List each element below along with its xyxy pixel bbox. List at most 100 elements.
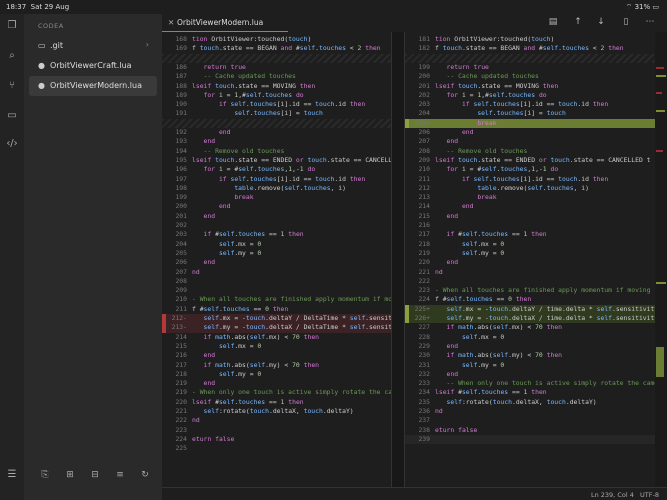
- code-line[interactable]: 229 end: [405, 342, 655, 351]
- sidebar-item-orbitviewermodern[interactable]: ● OrbitViewerModern.lua: [29, 76, 157, 96]
- code-line[interactable]: 168 tion OrbitViewer:touched(touch): [162, 35, 391, 44]
- code-line[interactable]: 211 if self.touches[i].id == touch.id th…: [405, 175, 655, 184]
- code-line[interactable]: 230 if math.abs(self.my) < 70 then: [405, 351, 655, 360]
- code-line[interactable]: 213 break: [405, 193, 655, 202]
- code-line[interactable]: 190 if self.touches[i].id == touch.id th…: [162, 100, 391, 109]
- code-line[interactable]: 194 -- Remove old touches: [162, 147, 391, 156]
- code-line[interactable]: 226+ self.my = -touch.deltaX / time.delt…: [405, 314, 655, 324]
- code-line[interactable]: 200 end: [162, 202, 391, 211]
- code-line[interactable]: 202: [162, 221, 391, 230]
- code-line[interactable]: 200 -- Cache updated touches: [405, 72, 655, 81]
- sidebar-item-orbitviewercraft[interactable]: ● OrbitViewerCraft.lua: [29, 56, 157, 76]
- code-line[interactable]: 205 self.my = 0: [162, 249, 391, 258]
- code-line[interactable]: 206 end: [162, 258, 391, 267]
- code-line[interactable]: [162, 118, 391, 128]
- code-line[interactable]: 220 end: [405, 258, 655, 267]
- code-line[interactable]: 223 - When all touches are finished apply…: [405, 286, 655, 295]
- settings-icon[interactable]: ☰: [6, 469, 18, 481]
- tab-orbitviewermodern[interactable]: ✕ OrbitViewerModern.lua: [162, 14, 288, 32]
- code-line[interactable]: 207 nd: [162, 268, 391, 277]
- code-line[interactable]: 203 if self.touches[i].id == touch.id th…: [405, 100, 655, 109]
- new-folder-icon[interactable]: ⊞: [63, 468, 77, 482]
- code-line[interactable]: 237: [405, 416, 655, 425]
- code-line[interactable]: 188 lseif touch.state == MOVING then: [162, 82, 391, 91]
- code-line[interactable]: 213- self.my = -touch.deltaX / DeltaTime…: [162, 323, 391, 333]
- code-line[interactable]: 202 for i = 1,#self.touches do: [405, 91, 655, 100]
- code-line[interactable]: [405, 53, 655, 63]
- code-line[interactable]: 199 break: [162, 193, 391, 202]
- code-line[interactable]: 219 - When only one touch is active simpl…: [162, 388, 391, 397]
- code-line[interactable]: 225+ self.mx = -touch.deltaY / time.delt…: [405, 304, 655, 314]
- import-folder-icon[interactable]: ⊟: [88, 468, 102, 482]
- code-line[interactable]: 187 -- Cache updated touches: [162, 72, 391, 81]
- new-file-icon[interactable]: ⎘: [38, 468, 52, 482]
- diff-minimap[interactable]: [655, 32, 667, 487]
- code-line[interactable]: 195 lseif touch.state == ENDED or touch.s…: [162, 156, 391, 165]
- code-line[interactable]: 217 if #self.touches == 1 then: [405, 230, 655, 239]
- code-line[interactable]: 236 nd: [405, 407, 655, 416]
- code-line[interactable]: 224 eturn false: [162, 435, 391, 444]
- code-line[interactable]: 207 end: [405, 137, 655, 146]
- code-line[interactable]: 169 f touch.state == BEGAN and #self.touc…: [162, 44, 391, 53]
- more-icon[interactable]: ⋯: [644, 16, 656, 28]
- code-line[interactable]: 209: [162, 286, 391, 295]
- code-line[interactable]: 217 if math.abs(self.my) < 70 then: [162, 361, 391, 370]
- code-line[interactable]: 238 eturn false: [405, 426, 655, 435]
- code-line[interactable]: 205+ break: [405, 118, 655, 128]
- code-line[interactable]: 186 return true: [162, 63, 391, 72]
- search-icon[interactable]: ⌕: [6, 50, 18, 62]
- code-line[interactable]: 232 end: [405, 370, 655, 379]
- code-line[interactable]: 191 self.touches[i] = touch: [162, 109, 391, 118]
- code-line[interactable]: 182 f touch.state == BEGAN and #self.touc…: [405, 44, 655, 53]
- code-line[interactable]: 189 for i = 1,#self.touches do: [162, 91, 391, 100]
- code-line[interactable]: 221 self:rotate(touch.deltaX, touch.delt…: [162, 407, 391, 416]
- code-line[interactable]: 212- self.mx = -touch.deltaY / DeltaTime…: [162, 314, 391, 324]
- code-line[interactable]: 233 -- When only one touch is active sim…: [405, 379, 655, 388]
- refresh-icon[interactable]: ↻: [138, 468, 152, 482]
- code-line[interactable]: 201 lseif touch.state == MOVING then: [405, 82, 655, 91]
- code-line[interactable]: 216: [405, 221, 655, 230]
- sidebar-item-git[interactable]: ▭ .git ›: [29, 36, 157, 56]
- code-line[interactable]: 204 self.touches[i] = touch: [405, 109, 655, 118]
- code-line[interactable]: 198 table.remove(self.touches, i): [162, 184, 391, 193]
- code-line[interactable]: 206 end: [405, 128, 655, 137]
- code-line[interactable]: 203 if #self.touches == 1 then: [162, 230, 391, 239]
- code-line[interactable]: 223: [162, 426, 391, 435]
- code-line[interactable]: 181 tion OrbitViewer:touched(touch): [405, 35, 655, 44]
- files-icon[interactable]: ❐: [6, 20, 18, 32]
- diff-pane-modified[interactable]: 181 tion OrbitViewer:touched(touch) 182 f t…: [405, 32, 655, 487]
- code-line[interactable]: 216 end: [162, 351, 391, 360]
- code-line[interactable]: 218 self.my = 0: [162, 370, 391, 379]
- code-line[interactable]: 197 if self.touches[i].id == touch.id th…: [162, 175, 391, 184]
- code-line[interactable]: 192 end: [162, 128, 391, 137]
- code-line[interactable]: 214 end: [405, 202, 655, 211]
- code-line[interactable]: 210 - When all touches are finished apply…: [162, 295, 391, 304]
- code-line[interactable]: 199 return true: [405, 63, 655, 72]
- code-line[interactable]: 234 lseif #self.touches == 1 then: [405, 388, 655, 397]
- code-line[interactable]: 231 self.my = 0: [405, 361, 655, 370]
- arrow-down-icon[interactable]: ↓: [595, 16, 607, 28]
- code-line[interactable]: 227 if math.abs(self.mx) < 70 then: [405, 323, 655, 332]
- code-icon[interactable]: ‹/›: [6, 138, 18, 150]
- code-line[interactable]: 224 f #self.touches == 0 then: [405, 295, 655, 304]
- code-line[interactable]: 196 for i = #self.touches,1,-1 do: [162, 165, 391, 174]
- code-line[interactable]: 215 self.mx = 0: [162, 342, 391, 351]
- git-branch-icon[interactable]: ⑂: [6, 80, 18, 92]
- code-line[interactable]: 201 end: [162, 212, 391, 221]
- code-line[interactable]: 221 nd: [405, 268, 655, 277]
- code-line[interactable]: 215 end: [405, 212, 655, 221]
- code-line[interactable]: 208 -- Remove old touches: [405, 147, 655, 156]
- code-line[interactable]: 193 end: [162, 137, 391, 146]
- arrow-up-icon[interactable]: ↑: [572, 16, 584, 28]
- code-line[interactable]: 214 if math.abs(self.mx) < 70 then: [162, 333, 391, 342]
- code-line[interactable]: 225: [162, 444, 391, 453]
- code-line[interactable]: 219 end: [162, 379, 391, 388]
- code-line[interactable]: 228 self.mx = 0: [405, 333, 655, 342]
- sort-icon[interactable]: ≡: [113, 468, 127, 482]
- code-line[interactable]: 211 f #self.touches == 0 then: [162, 305, 391, 314]
- code-line[interactable]: 210 for i = #self.touches,1,-1 do: [405, 165, 655, 174]
- code-line[interactable]: 222: [405, 277, 655, 286]
- code-line[interactable]: 218 self.mx = 0: [405, 240, 655, 249]
- code-line[interactable]: 204 self.mx = 0: [162, 240, 391, 249]
- code-line[interactable]: 239: [405, 434, 655, 445]
